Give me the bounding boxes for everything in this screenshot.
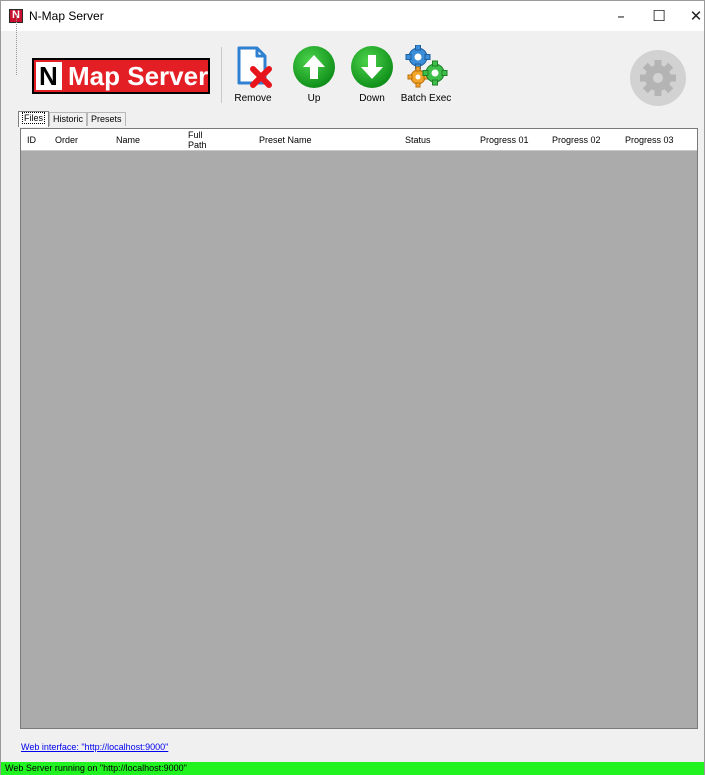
- down-label: Down: [359, 93, 385, 104]
- gears-icon: [405, 45, 448, 88]
- toolbar-grip[interactable]: [16, 15, 18, 75]
- column-header-full-path-line1: Full: [188, 130, 203, 140]
- tab-strip: Files Historic Presets: [18, 111, 126, 127]
- gear-icon[interactable]: [629, 49, 687, 107]
- logo-letter: N: [39, 61, 58, 91]
- column-header-progress-01[interactable]: Progress 01: [480, 129, 529, 151]
- column-header-progress-02[interactable]: Progress 02: [552, 129, 601, 151]
- column-header-preset-name[interactable]: Preset Name: [259, 129, 312, 151]
- window-title: N-Map Server: [29, 9, 104, 23]
- column-header-order[interactable]: Order: [55, 129, 78, 151]
- remove-button[interactable]: Remove: [223, 45, 283, 105]
- tab-files[interactable]: Files: [18, 111, 50, 127]
- main-window: N-Map Server – ☐ ✕ N Map Server Remove: [0, 0, 705, 775]
- minimize-button[interactable]: –: [604, 1, 638, 31]
- column-header-name[interactable]: Name: [116, 129, 140, 151]
- list-header: ID Order Name Full Path Preset Name Stat…: [21, 129, 697, 151]
- logo-text: Map Server: [68, 61, 209, 91]
- arrow-down-circle-icon: [351, 46, 393, 88]
- toolbar-separator: [221, 47, 222, 103]
- status-bar: Web Server running on "http://localhost:…: [1, 762, 704, 775]
- document-delete-icon: [237, 46, 272, 88]
- column-header-full-path[interactable]: Full Path: [188, 129, 218, 151]
- column-header-status[interactable]: Status: [405, 129, 431, 151]
- up-button[interactable]: Up: [284, 45, 344, 105]
- tab-presets[interactable]: Presets: [87, 112, 126, 126]
- logo-letter-box: N: [36, 62, 62, 90]
- title-bar: N-Map Server – ☐ ✕: [1, 1, 704, 31]
- arrow-up-circle-icon: [293, 46, 335, 88]
- batch-exec-button[interactable]: Batch Exec: [396, 45, 456, 105]
- maximize-button[interactable]: ☐: [642, 1, 676, 31]
- web-interface-link[interactable]: Web interface: "http://localhost:9000": [21, 742, 168, 752]
- tab-files-label: Files: [22, 112, 46, 124]
- remove-label: Remove: [234, 93, 272, 104]
- batch-exec-label: Batch Exec: [400, 93, 452, 104]
- files-list-view[interactable]: ID Order Name Full Path Preset Name Stat…: [20, 128, 698, 729]
- close-button[interactable]: ✕: [679, 1, 705, 31]
- column-header-progress-03[interactable]: Progress 03: [625, 129, 674, 151]
- status-text: Web Server running on "http://localhost:…: [5, 763, 187, 773]
- app-logo: N Map Server: [32, 58, 210, 94]
- tab-historic[interactable]: Historic: [49, 112, 88, 126]
- up-label: Up: [307, 93, 321, 104]
- column-header-id[interactable]: ID: [27, 129, 36, 151]
- down-button[interactable]: Down: [342, 45, 402, 105]
- column-header-full-path-line2: Path: [188, 140, 207, 150]
